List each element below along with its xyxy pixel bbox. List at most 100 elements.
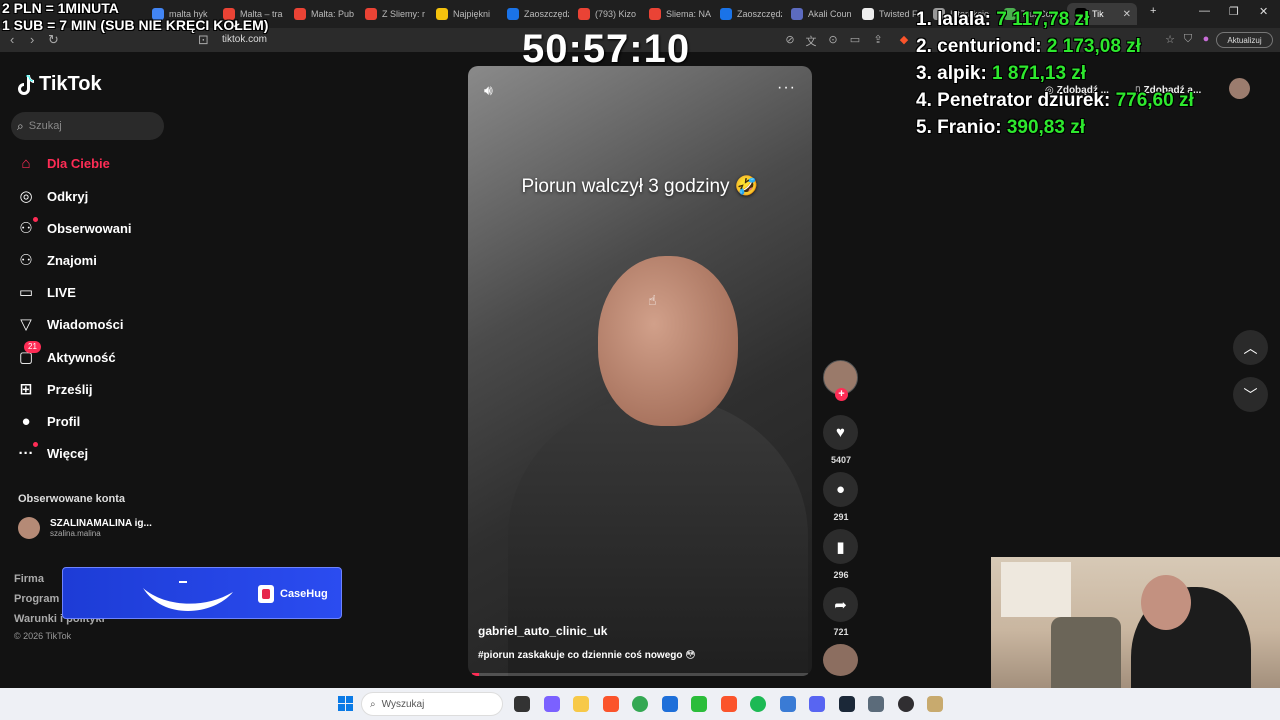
- share-icon[interactable]: ⇪: [871, 33, 885, 47]
- maximize-icon[interactable]: ❐: [1229, 5, 1239, 18]
- browser-tab[interactable]: Zaoszczędź: [712, 3, 782, 25]
- cast-icon[interactable]: ▭: [848, 33, 862, 47]
- home-icon: ⌂: [21, 154, 31, 172]
- video-player[interactable]: Piorun walczył 3 godziny 🤣 🔊︎ ··· gabrie…: [468, 66, 812, 676]
- reload-icon[interactable]: ↻: [48, 32, 59, 48]
- volume-icon[interactable]: 🔊︎: [484, 82, 493, 99]
- comment-button[interactable]: ●: [823, 472, 858, 507]
- sidebar-item-following[interactable]: ⚇ Obserwowani: [17, 215, 167, 241]
- tab-favicon-icon: [578, 8, 590, 20]
- minimize-icon[interactable]: —: [1199, 5, 1210, 17]
- start-button[interactable]: [338, 696, 353, 711]
- ext-icon-1[interactable]: ⊘: [783, 33, 797, 47]
- file-explorer-icon[interactable]: [573, 696, 589, 712]
- browser-tab[interactable]: (793) Kizo: [570, 3, 640, 25]
- spotify-icon[interactable]: [750, 696, 766, 712]
- store-icon[interactable]: [661, 696, 678, 712]
- comment-count: 291: [833, 512, 849, 522]
- sidebar-item-more[interactable]: ··· Więcej: [17, 440, 167, 466]
- url-field[interactable]: tiktok.com: [222, 34, 267, 45]
- discord-icon[interactable]: [809, 696, 825, 712]
- sidebar-item-messages[interactable]: ▽ Wiadomości: [17, 311, 167, 337]
- update-button[interactable]: Aktualizuj: [1216, 32, 1273, 48]
- back-icon[interactable]: ‹: [10, 32, 14, 47]
- leaderboard-name: Penetrator dziurek:: [937, 90, 1111, 111]
- subathon-timer: 50:57:10: [522, 27, 691, 71]
- notepad-icon[interactable]: [779, 696, 796, 712]
- video-progress-bar[interactable]: [472, 673, 808, 676]
- task-view-icon[interactable]: [514, 696, 530, 712]
- tab-favicon-icon: [862, 8, 874, 20]
- leaderboard-name: centuriond:: [937, 36, 1042, 57]
- browser-tab[interactable]: Z Sliemy: r: [357, 3, 427, 25]
- brave-icon[interactable]: [602, 696, 619, 712]
- forward-icon[interactable]: ›: [30, 32, 34, 47]
- tiktok-logo[interactable]: TikTok: [17, 73, 102, 96]
- leaderboard-amount: 1 871,13 zł: [992, 63, 1087, 84]
- copilot-icon[interactable]: [543, 696, 560, 712]
- donation-rate-line-1: 2 PLN = 1MINUTA: [2, 0, 119, 16]
- donation-rate-line-2: 1 SUB = 7 MIN (SUB NIE KRĘCI KOŁEM): [2, 17, 269, 33]
- xbox-icon[interactable]: [691, 696, 707, 712]
- next-video-button[interactable]: ﹀: [1233, 377, 1268, 412]
- taskbar-search[interactable]: ⌕ Wyszukaj: [361, 692, 503, 716]
- search-input[interactable]: ⌕ Szukaj: [11, 112, 164, 140]
- share-button[interactable]: ➦: [823, 587, 858, 622]
- footer-link-company[interactable]: Firma: [14, 573, 44, 585]
- leaderboard-rank: 2.: [916, 36, 932, 57]
- browser-tab[interactable]: Twisted Fa: [854, 3, 924, 25]
- follow-plus-icon[interactable]: +: [835, 388, 848, 401]
- video-progress-fill: [472, 673, 479, 676]
- sound-disc-avatar[interactable]: [823, 644, 858, 676]
- brave-shield-icon[interactable]: ◆: [897, 33, 911, 47]
- video-author[interactable]: gabriel_auto_clinic_uk: [478, 624, 607, 638]
- vpn-icon[interactable]: ⛉: [1181, 33, 1195, 47]
- sidebar-item-label: Znajomi: [47, 252, 97, 268]
- ext-icon-2[interactable]: ⊙: [826, 33, 840, 47]
- close-window-icon[interactable]: ✕: [1259, 5, 1268, 18]
- sidebar-item-friends[interactable]: ⚇ Znajomi: [17, 247, 167, 273]
- league-icon[interactable]: [927, 696, 943, 712]
- more-options-icon[interactable]: ···: [777, 79, 796, 97]
- leaderboard-amount: 7 117,78 zł: [996, 9, 1090, 30]
- chrome-icon[interactable]: [632, 696, 648, 712]
- favorite-icon[interactable]: ☆: [1163, 33, 1177, 47]
- new-tab-icon[interactable]: +: [1150, 5, 1156, 17]
- translate-icon[interactable]: 文: [804, 33, 818, 48]
- leaderboard-rank: 1.: [916, 9, 932, 30]
- leaderboard-rank: 3.: [916, 63, 932, 84]
- leaderboard-amount: 390,83 zł: [1006, 117, 1085, 138]
- tab-label: Akali Coun: [808, 9, 852, 19]
- profile-icon-browser[interactable]: ●: [1199, 33, 1213, 47]
- leaderboard-amount: 2 173,08 zł: [1046, 36, 1141, 57]
- taskbar-search-icon: ⌕: [370, 698, 376, 710]
- sidebar-item-profile[interactable]: ● Profil: [17, 408, 167, 434]
- sidebar-item-compass[interactable]: ◎ Odkryj: [17, 183, 167, 209]
- bookmark-icon[interactable]: ⊡: [198, 32, 209, 48]
- sidebar-item-home[interactable]: ⌂ Dla Ciebie: [17, 150, 167, 176]
- user-avatar[interactable]: [1229, 78, 1250, 99]
- brave-active-icon[interactable]: [720, 696, 737, 712]
- leaderboard-amount: 776,60 zł: [1115, 90, 1194, 111]
- save-button[interactable]: ▮: [823, 529, 858, 564]
- browser-tab[interactable]: Akali Coun: [783, 3, 853, 25]
- video-frame-person: [598, 256, 738, 426]
- followed-account-item[interactable]: SZALINAMALINA ig... szalina.malina: [18, 517, 152, 539]
- close-tab-icon[interactable]: ✕: [1123, 9, 1131, 20]
- footer-link-program[interactable]: Program: [14, 593, 59, 605]
- tiktok-note-icon: [18, 74, 34, 95]
- previous-video-button[interactable]: ︿: [1233, 330, 1268, 365]
- sidebar-item-live[interactable]: ▭ LIVE: [17, 279, 167, 305]
- browser-tab[interactable]: Najpiękni: [428, 3, 498, 25]
- friends-icon: ⚇: [19, 252, 33, 269]
- calculator-icon[interactable]: [868, 696, 884, 712]
- steam-icon[interactable]: [838, 696, 855, 712]
- obs-icon[interactable]: [897, 696, 914, 712]
- browser-tab[interactable]: Zaoszczędź: [499, 3, 569, 25]
- browser-tab[interactable]: Malta: Pub: [286, 3, 356, 25]
- sidebar-item-upload[interactable]: ⊞ Prześlij: [17, 376, 167, 402]
- video-description: #piorun zaskakuje co dziennie coś nowego…: [478, 650, 696, 661]
- browser-tab[interactable]: Sliema: NA: [641, 3, 711, 25]
- like-button[interactable]: ♥: [823, 415, 858, 450]
- account-handle: szalina.malina: [50, 529, 101, 538]
